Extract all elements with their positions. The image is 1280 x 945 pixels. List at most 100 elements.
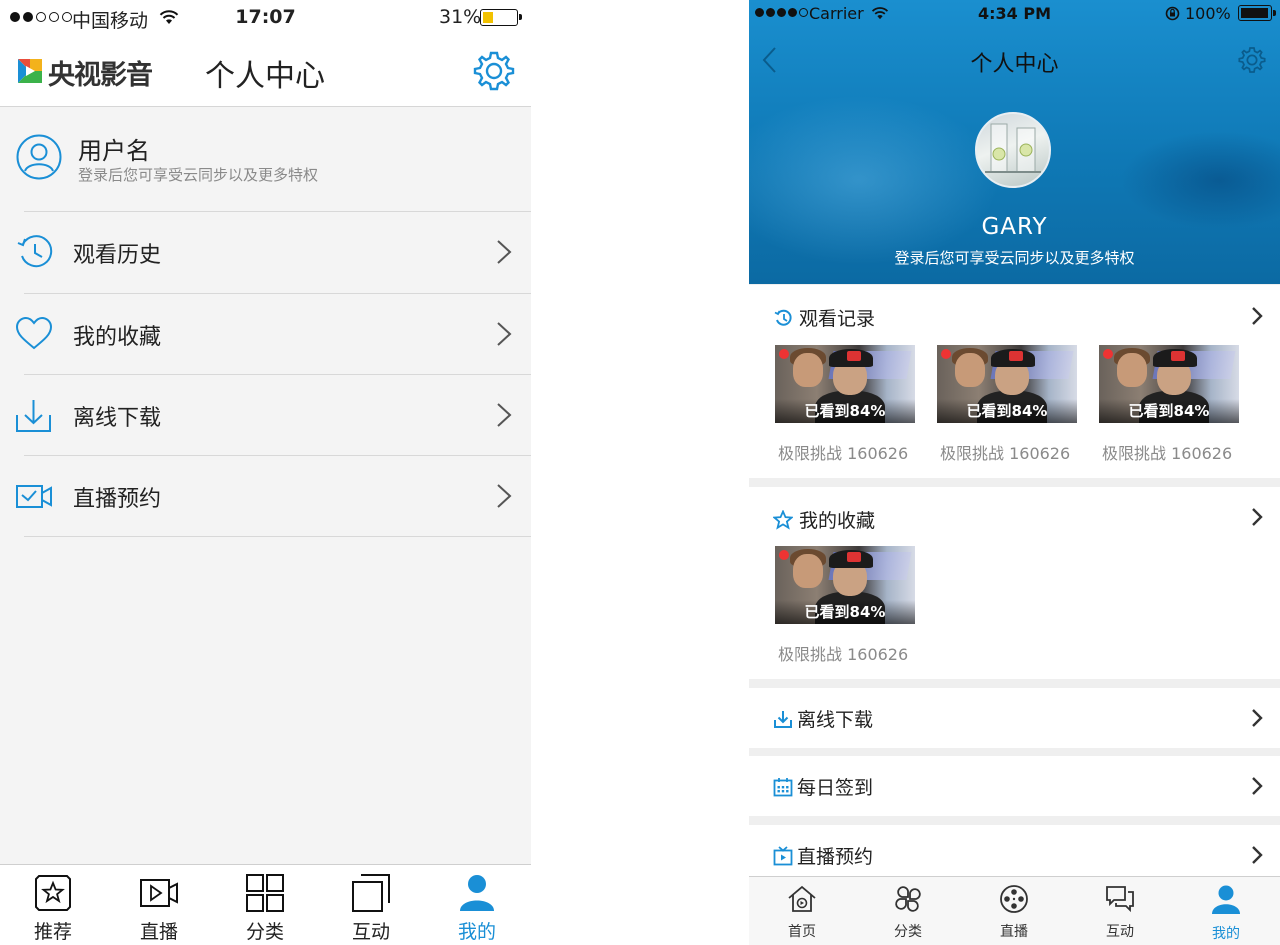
- clock-history-icon: [17, 235, 53, 268]
- user-icon: [460, 875, 494, 911]
- chevron-right-icon[interactable]: [1250, 507, 1264, 527]
- tab-label: 我的: [457, 921, 496, 943]
- watch-progress: 已看到84%: [804, 402, 886, 420]
- tab-category[interactable]: 分类: [855, 877, 961, 945]
- film-reel-icon: [1000, 885, 1028, 913]
- gear-icon[interactable]: [1238, 46, 1266, 74]
- user-icon: [1212, 885, 1240, 914]
- cctv-logo-icon: [18, 59, 42, 83]
- right-screen: Carrier 4:34 PM 100% 个人中心 GARY 登录后您可享受云同…: [749, 0, 1280, 945]
- battery-percent: 100%: [1185, 4, 1231, 23]
- chevron-right-icon: [497, 403, 512, 427]
- favorites-section: 我的收藏 已看到84% 极限挑战 160626: [749, 487, 1280, 679]
- tab-home[interactable]: 首页: [749, 877, 855, 945]
- favorites-header[interactable]: 我的收藏: [773, 506, 875, 533]
- row-label: 每日签到: [797, 777, 874, 799]
- user-login-row[interactable]: 用户名 登录后您可享受云同步以及更多特权: [0, 107, 531, 211]
- tab-interact[interactable]: 互动: [1067, 877, 1173, 945]
- home-icon: [788, 885, 816, 912]
- watch-progress: 已看到84%: [966, 402, 1048, 420]
- page-title: 个人中心: [205, 59, 325, 94]
- video-thumbnail[interactable]: 已看到84%: [937, 345, 1077, 423]
- chevron-right-icon[interactable]: [1250, 306, 1264, 326]
- video-thumbnail[interactable]: 已看到84%: [775, 345, 915, 423]
- section-title: 我的收藏: [799, 510, 876, 532]
- history-section: 观看记录 已看到84% 极限挑战 160626 已看到84% 极限挑战 1606…: [749, 285, 1280, 478]
- tab-interact[interactable]: 互动: [318, 865, 424, 945]
- rotation-lock-icon: [1165, 6, 1180, 21]
- video-caption: 极限挑战 160626: [778, 444, 909, 463]
- menu-item-download[interactable]: 离线下载: [0, 375, 531, 456]
- chevron-right-icon: [497, 322, 512, 346]
- tab-live[interactable]: 直播: [106, 865, 212, 945]
- row-daily-checkin[interactable]: 每日签到: [749, 756, 1280, 816]
- chevron-right-icon: [497, 240, 512, 264]
- chevron-right-icon: [1252, 846, 1263, 864]
- download-icon: [774, 710, 792, 728]
- calendar-icon: [773, 777, 793, 796]
- menu-item-label: 我的收藏: [73, 325, 162, 350]
- chat-icon: [1106, 886, 1134, 913]
- menu-item-label: 离线下载: [73, 406, 162, 431]
- video-camera-icon: [16, 485, 52, 508]
- video-caption: 极限挑战 160626: [940, 444, 1071, 463]
- row-offline-download[interactable]: 离线下载: [749, 688, 1280, 748]
- username-label: GARY: [981, 214, 1048, 240]
- drink-glass-image: [985, 123, 1041, 173]
- menu-item-label: 观看历史: [73, 243, 162, 268]
- section-title: 观看记录: [799, 308, 876, 330]
- tab-label: 互动: [1106, 924, 1134, 940]
- video-caption: 极限挑战 160626: [1102, 444, 1233, 463]
- tv-icon: [773, 845, 793, 865]
- video-caption: 极限挑战 160626: [778, 645, 909, 664]
- tab-mine[interactable]: 我的: [1173, 877, 1279, 945]
- status-bar: Carrier 4:34 PM 100%: [749, 0, 1280, 26]
- history-header[interactable]: 观看记录: [773, 304, 875, 331]
- row-label: 直播预约: [797, 846, 874, 868]
- status-bar: 中国移动 17:07 31%: [0, 0, 531, 36]
- chevron-right-icon: [1252, 709, 1263, 727]
- tab-label: 我的: [1212, 926, 1240, 942]
- tab-bar: 推荐 直播 分类 互动 我的: [0, 864, 531, 945]
- battery-icon: [1238, 5, 1276, 21]
- divider: [24, 536, 531, 537]
- tab-label: 直播: [1000, 924, 1028, 940]
- watch-progress: 已看到84%: [804, 603, 886, 621]
- avatar[interactable]: [975, 112, 1051, 188]
- menu-item-history[interactable]: 观看历史: [0, 212, 531, 293]
- menu-item-favorites[interactable]: 我的收藏: [0, 294, 531, 375]
- gear-icon[interactable]: [473, 50, 515, 92]
- tab-label: 互动: [351, 921, 390, 943]
- play-camera-icon: [140, 879, 178, 907]
- star-icon: [773, 509, 793, 530]
- tab-recommend[interactable]: 推荐: [0, 865, 106, 945]
- battery-percent: 31%: [439, 6, 482, 28]
- tab-bar: 首页 分类 直播 互动 我的: [749, 876, 1280, 945]
- nav-bar: 央视影音 个人中心: [0, 36, 531, 107]
- user-circle-icon: [16, 134, 62, 180]
- chevron-right-icon: [497, 484, 512, 508]
- video-thumbnail[interactable]: 已看到84%: [1099, 345, 1239, 423]
- tab-label: 分类: [894, 924, 922, 940]
- history-clock-icon: [774, 309, 792, 326]
- login-hint: 登录后您可享受云同步以及更多特权: [894, 249, 1135, 267]
- menu-item-label: 直播预约: [73, 487, 162, 512]
- clover-icon: [895, 886, 921, 912]
- left-screen: 中国移动 17:07 31% 央视影音 个人中心 用户名 登录后您可享受云同步以…: [0, 0, 531, 945]
- tab-label: 推荐: [33, 921, 72, 943]
- login-hint: 登录后您可享受云同步以及更多特权: [78, 166, 319, 184]
- tab-label: 分类: [245, 921, 284, 943]
- page-title: 个人中心: [970, 52, 1059, 77]
- tab-live[interactable]: 直播: [961, 877, 1067, 945]
- tab-label: 直播: [139, 921, 178, 943]
- profile-header: Carrier 4:34 PM 100% 个人中心 GARY 登录后您可享受云同…: [749, 0, 1280, 284]
- menu-item-live-reserve[interactable]: 直播预约: [0, 456, 531, 537]
- stacked-squares-icon: [352, 874, 390, 912]
- tab-category[interactable]: 分类: [212, 865, 318, 945]
- grid-icon: [246, 874, 284, 912]
- logo-text: 央视影音: [48, 60, 153, 91]
- video-thumbnail[interactable]: 已看到84%: [775, 546, 915, 624]
- watch-progress: 已看到84%: [1128, 402, 1210, 420]
- username-label: 用户名: [78, 137, 150, 165]
- tab-mine[interactable]: 我的: [424, 865, 530, 945]
